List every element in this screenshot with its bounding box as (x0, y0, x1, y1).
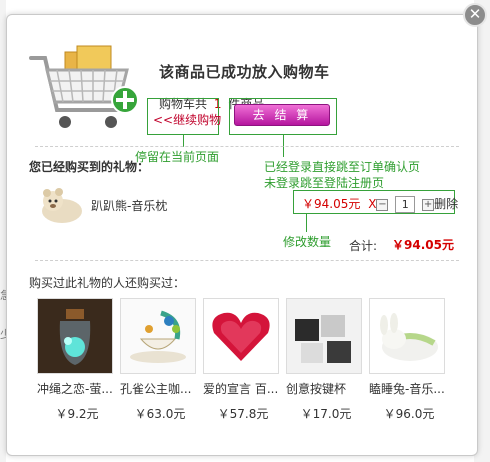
total-label: 合计: (349, 239, 378, 253)
product-image[interactable] (286, 298, 362, 374)
product-image[interactable] (369, 298, 445, 374)
separator (35, 146, 459, 147)
close-icon[interactable]: ✕ (463, 3, 487, 27)
qty-minus-button[interactable]: − (376, 198, 389, 211)
success-title: 该商品已成功放入购物车 (159, 63, 330, 81)
product-image[interactable] (120, 298, 196, 374)
product-card[interactable]: 创意按键杯 ￥17.0元 (286, 298, 362, 422)
annotation-line (306, 214, 307, 232)
product-name[interactable]: 冲绳之恋-萤... (37, 380, 117, 397)
bought-gifts-title: 您已经购买到的礼物： (29, 160, 150, 174)
heart-box-image (204, 299, 278, 373)
continue-shopping-link[interactable]: <<继续购物 (153, 111, 221, 128)
separator (35, 260, 459, 261)
product-price: ￥96.0元 (383, 407, 435, 421)
product-price: ￥57.8元 (217, 407, 269, 421)
product-card[interactable]: 瞌睡兔-音乐... ￥96.0元 (369, 298, 445, 422)
also-bought-title: 购买过此礼物的人还购买过： (29, 276, 186, 290)
peacock-cup-image (121, 299, 195, 373)
qty-plus-button[interactable]: + (422, 198, 435, 211)
total-value: ￥94.05元 (392, 238, 454, 252)
annotation-logged-in: 已经登录直接跳至订单确认页 (264, 160, 421, 174)
quantity-input[interactable]: 1 (395, 196, 416, 213)
cart-item-name[interactable]: 趴趴熊-音乐枕 (91, 197, 167, 214)
add-to-cart-dialog: 该商品已成功放入购物车 购物车共 1 件商品 <<继续购物 去 结 算 停留在当… (6, 14, 478, 456)
bear-pillow-image (42, 188, 82, 223)
checkout-button[interactable]: 去 结 算 (234, 104, 330, 126)
product-card[interactable]: 冲绳之恋-萤... ￥9.2元 (37, 298, 113, 422)
product-name[interactable]: 瞌睡兔-音乐... (369, 380, 449, 397)
delete-item-link[interactable]: 删除 (434, 197, 458, 211)
sleepy-rabbit-image (370, 299, 444, 373)
product-name[interactable]: 爱的宣言 百... (203, 380, 283, 397)
shopping-cart-icon (29, 45, 139, 128)
cart-item-price: ￥94.05元 (302, 197, 361, 211)
remove-item-x[interactable]: X (368, 197, 376, 211)
product-price: ￥17.0元 (300, 407, 352, 421)
cart-item-row: ￥94.05元 X − 1 + 删除 (302, 195, 458, 213)
glow-bottle-image (38, 299, 112, 373)
product-image[interactable] (203, 298, 279, 374)
product-name[interactable]: 创意按键杯 (286, 380, 366, 397)
product-card[interactable]: 爱的宣言 百... ￥57.8元 (203, 298, 279, 422)
keycap-cup-image (287, 299, 361, 373)
product-image[interactable] (37, 298, 113, 374)
product-card[interactable]: 孔雀公主咖... ￥63.0元 (120, 298, 196, 422)
product-price: ￥63.0元 (134, 407, 186, 421)
annotation-not-logged-in: 未登录跳至登陆注册页 (264, 176, 385, 190)
product-price: ￥9.2元 (55, 407, 99, 421)
annotation-modify-qty: 修改数量 (283, 235, 332, 249)
product-name[interactable]: 孔雀公主咖... (120, 380, 200, 397)
